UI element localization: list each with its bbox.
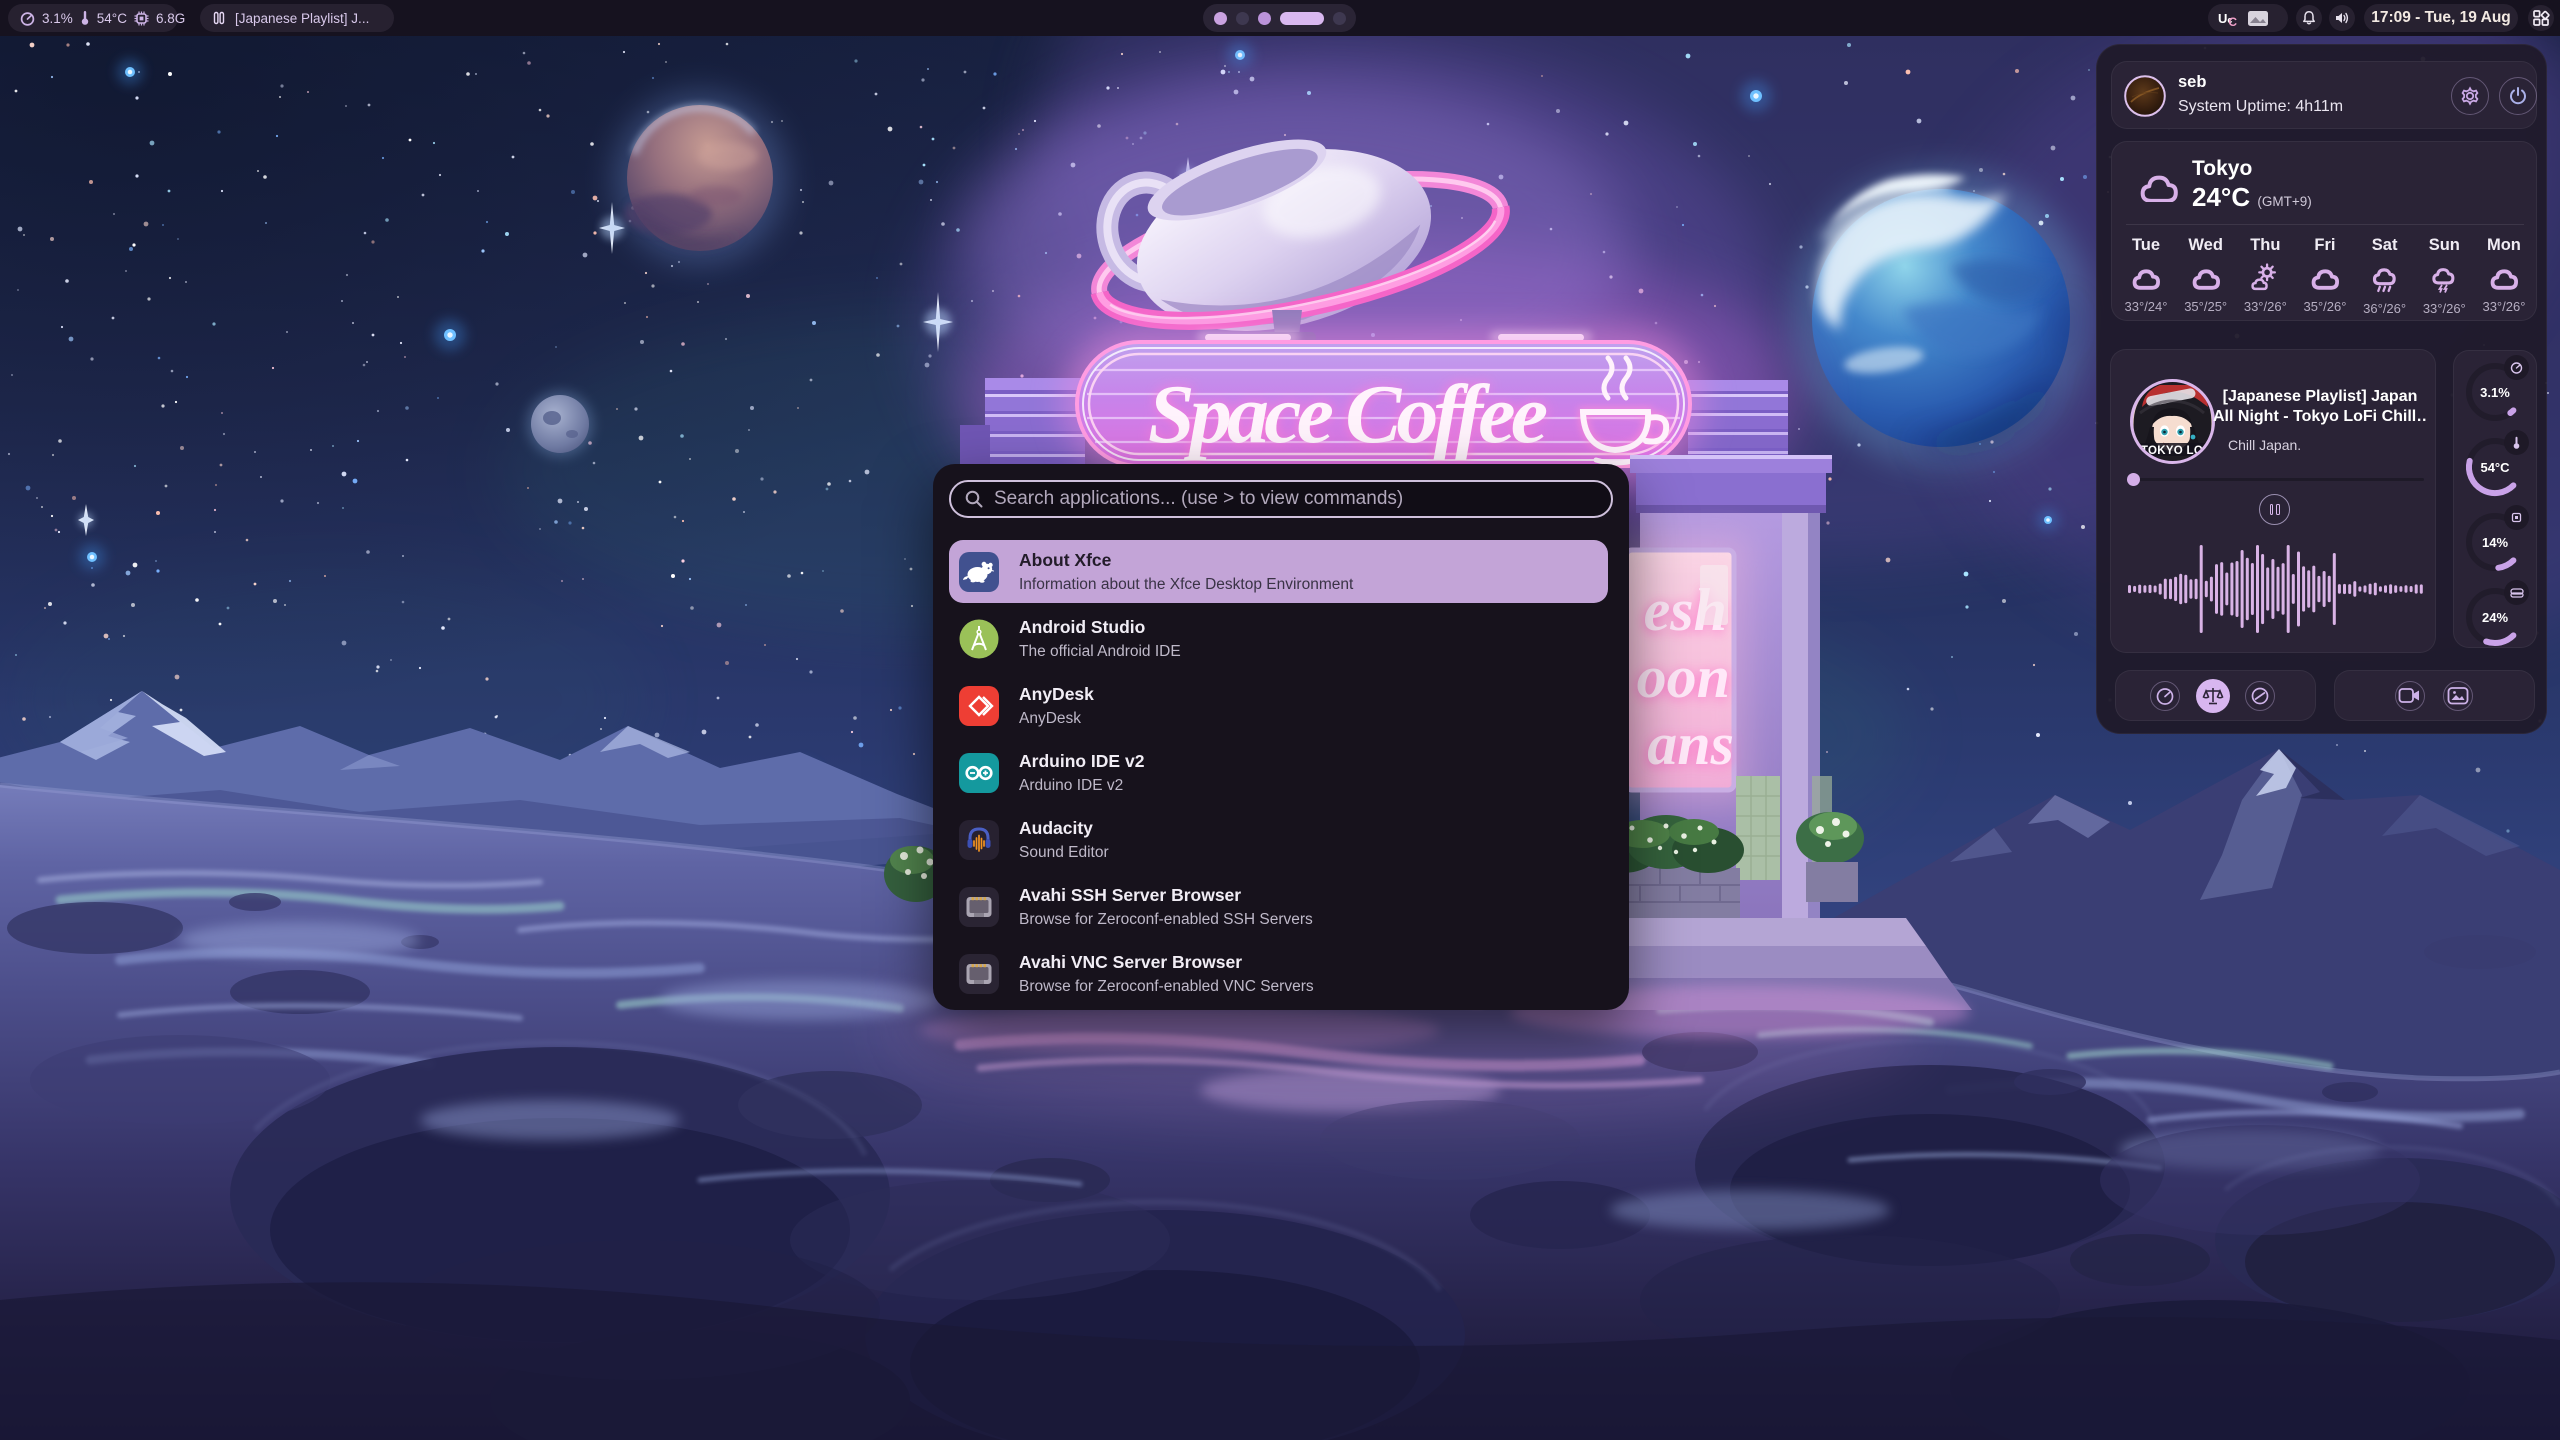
svg-text:ans: ans: [1647, 711, 1734, 777]
svg-text:14%: 14%: [2482, 535, 2508, 550]
svg-text:Space Coffee: Space Coffee: [1148, 368, 1548, 461]
svg-text:54°C: 54°C: [2480, 460, 2510, 475]
svg-text:24%: 24%: [2482, 610, 2508, 625]
svg-text:3.1%: 3.1%: [2480, 385, 2510, 400]
svg-text:oon: oon: [1637, 644, 1730, 710]
